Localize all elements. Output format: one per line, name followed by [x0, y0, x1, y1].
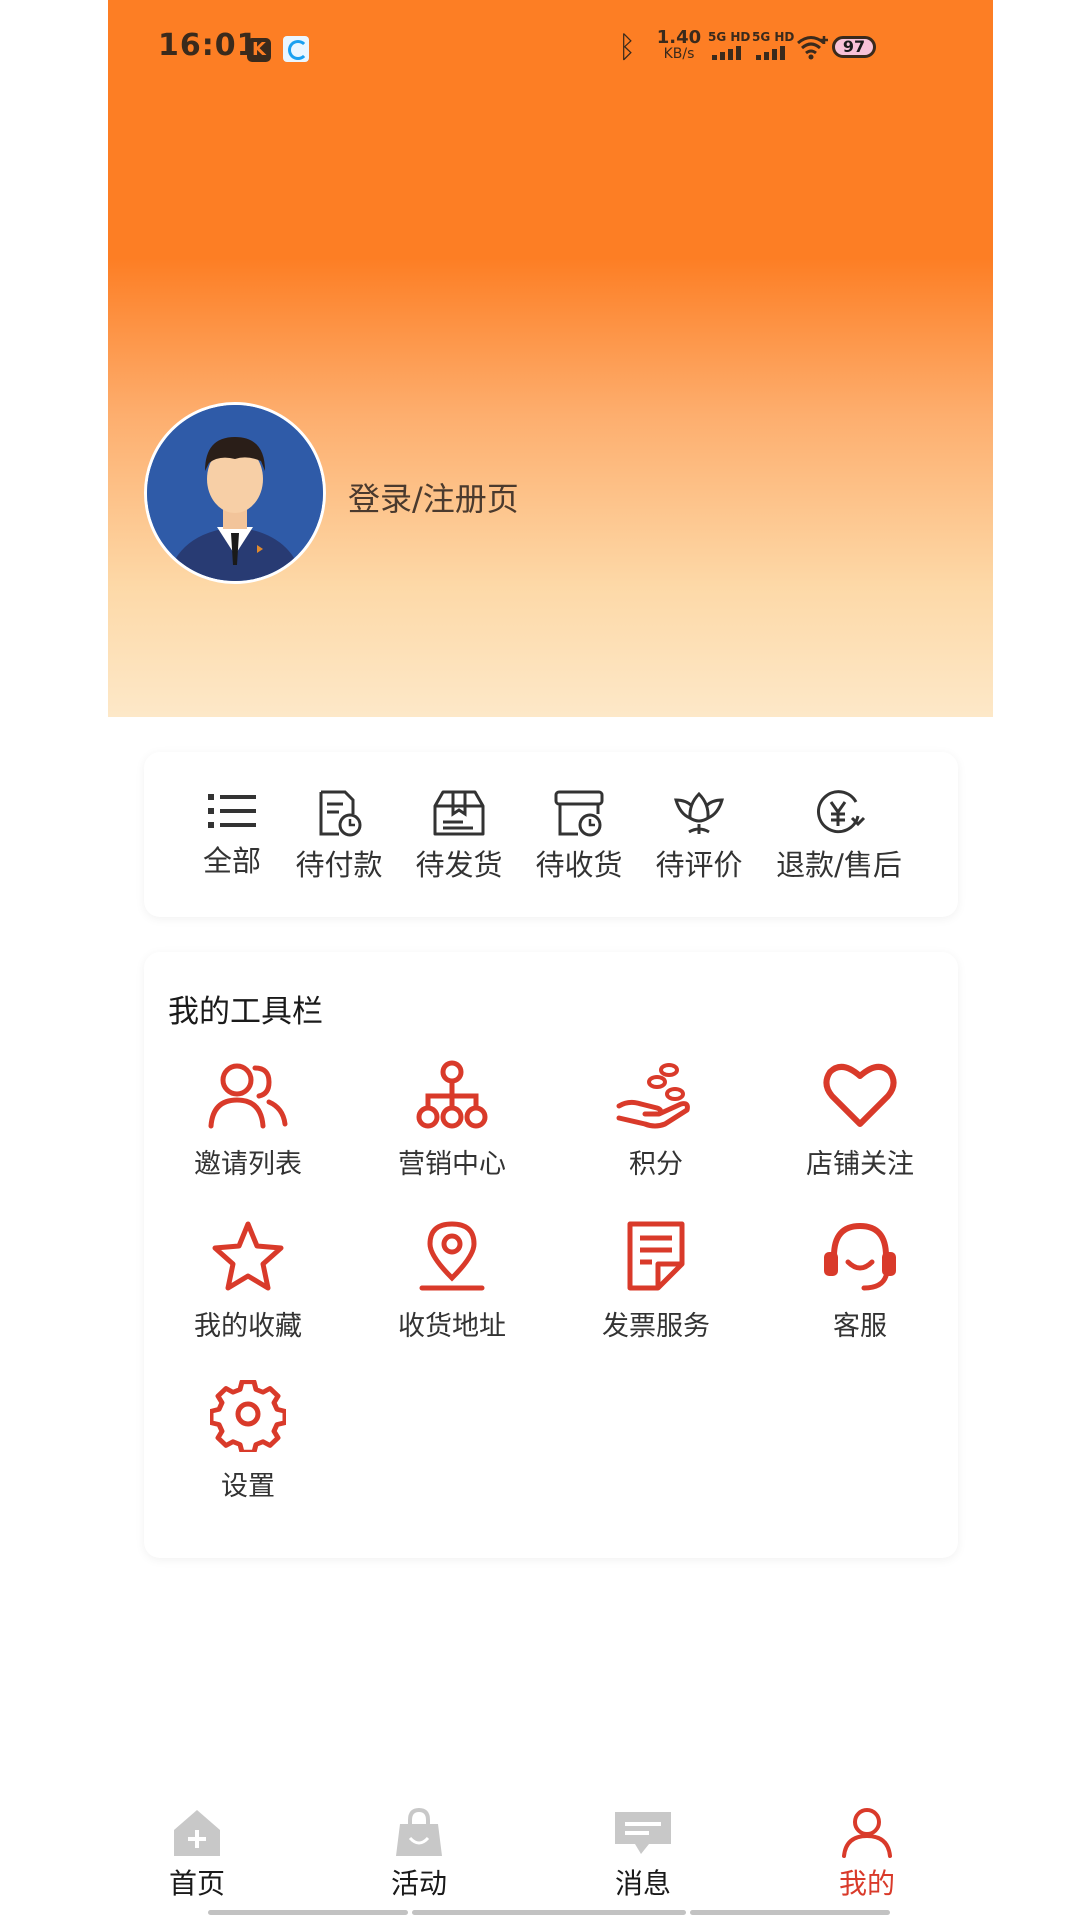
my-toolbar-card: 我的工具栏 邀请列表 营销中心 积分 店铺关注 我的收藏 收货地址 发票服务 客…	[144, 952, 958, 1558]
order-tab-label: 待收货	[535, 848, 623, 882]
tool-label: 设置	[221, 1471, 275, 1502]
nav-label: 我的	[838, 1867, 895, 1900]
users-icon	[208, 1063, 288, 1129]
tool-label: 营销中心	[398, 1149, 506, 1180]
orders-card: 全部 待付款 待发货 待收货 待评价 退款/售后	[144, 752, 958, 917]
hand-coins-icon	[616, 1063, 690, 1129]
tool-invoice-service[interactable]: 发票服务	[556, 1220, 756, 1343]
login-register-link[interactable]: 登录/注册页	[348, 474, 519, 520]
yuan-refund-icon	[817, 790, 866, 834]
profile-header: 16:01 K ᛒ 1.40 KB/s 5G HD 5G HD 97 登录/注册…	[108, 0, 993, 717]
order-tab-label: 待发货	[415, 848, 503, 882]
tool-store-follow[interactable]: 店铺关注	[760, 1060, 960, 1181]
sim2-label: 5G HD	[752, 30, 795, 44]
order-tab-label: 全部	[202, 844, 261, 878]
order-tab-label: 待评价	[655, 848, 743, 882]
browser-app-icon	[283, 36, 309, 62]
signal-sim2-icon: 5G HD	[752, 30, 795, 64]
my-page: 16:01 K ᛒ 1.40 KB/s 5G HD 5G HD 97 登录/注册…	[108, 0, 993, 1920]
headset-icon	[824, 1222, 896, 1291]
home-icon	[174, 1810, 220, 1856]
signal-sim1-icon: 5G HD	[708, 30, 751, 64]
bill-clock-icon	[319, 790, 362, 837]
list-icon	[208, 794, 256, 828]
heart-icon	[823, 1063, 897, 1127]
bluetooth-icon: ᛒ	[618, 30, 636, 65]
nav-home[interactable]: 首页	[132, 1808, 262, 1902]
gesture-bar-segment	[208, 1910, 408, 1915]
message-icon	[615, 1812, 671, 1854]
network-speed-value: 1.40	[656, 27, 702, 48]
tool-label: 发票服务	[602, 1311, 710, 1342]
lotus-icon	[674, 791, 724, 834]
order-tab-all[interactable]: 全部	[182, 788, 282, 880]
order-tab-label: 退款/售后	[776, 848, 902, 882]
location-pin-icon	[419, 1221, 485, 1291]
order-tab-refund[interactable]: 退款/售后	[764, 788, 914, 884]
nav-messages[interactable]: 消息	[578, 1808, 708, 1902]
tool-label: 邀请列表	[194, 1149, 302, 1180]
tool-customer-service[interactable]: 客服	[760, 1220, 960, 1343]
order-tab-label: 待付款	[295, 848, 383, 882]
order-tab-pending-payment[interactable]: 待付款	[284, 788, 394, 884]
org-tree-icon	[416, 1060, 488, 1129]
tool-settings[interactable]: 设置	[148, 1380, 348, 1503]
nav-activity[interactable]: 活动	[354, 1808, 484, 1902]
avatar[interactable]	[144, 402, 326, 584]
shopping-bag-icon	[396, 1808, 442, 1856]
nav-label: 活动	[390, 1867, 447, 1900]
package-box-icon	[433, 790, 485, 836]
receive-clock-icon	[554, 790, 604, 837]
invoice-icon	[627, 1221, 685, 1291]
gesture-bar-segment	[412, 1910, 686, 1915]
tool-invite-list[interactable]: 邀请列表	[148, 1060, 348, 1181]
network-speed: 1.40 KB/s	[654, 28, 704, 61]
tool-label: 店铺关注	[806, 1149, 914, 1180]
nav-mine[interactable]: 我的	[802, 1808, 932, 1902]
sim1-label: 5G HD	[708, 30, 751, 44]
k-app-icon: K	[247, 38, 271, 62]
tool-label: 收货地址	[398, 1311, 506, 1342]
battery-indicator: 97	[832, 36, 876, 58]
profile-icon	[842, 1808, 892, 1858]
tool-points[interactable]: 积分	[556, 1060, 756, 1181]
tool-label: 我的收藏	[194, 1311, 302, 1342]
order-tab-pending-review[interactable]: 待评价	[644, 788, 754, 884]
nav-label: 消息	[614, 1867, 671, 1900]
tool-shipping-address[interactable]: 收货地址	[352, 1220, 552, 1343]
gesture-bar-segment	[690, 1910, 890, 1915]
bottom-nav: 首页 活动 消息 我的	[108, 1800, 993, 1920]
star-icon	[212, 1221, 284, 1291]
tool-marketing-center[interactable]: 营销中心	[352, 1060, 552, 1181]
tool-label: 积分	[629, 1149, 683, 1180]
order-tab-pending-receive[interactable]: 待收货	[524, 788, 634, 884]
status-time: 16:01	[158, 28, 259, 63]
toolbar-title: 我的工具栏	[168, 994, 323, 1030]
order-tab-pending-ship[interactable]: 待发货	[404, 788, 514, 884]
tool-favorites[interactable]: 我的收藏	[148, 1220, 348, 1343]
user-avatar-illustration	[147, 405, 323, 581]
tool-label: 客服	[833, 1311, 887, 1342]
gear-icon	[210, 1380, 286, 1452]
status-bar: 16:01 K ᛒ 1.40 KB/s 5G HD 5G HD 97	[108, 0, 993, 96]
nav-label: 首页	[168, 1867, 225, 1900]
network-speed-unit: KB/s	[663, 46, 695, 62]
